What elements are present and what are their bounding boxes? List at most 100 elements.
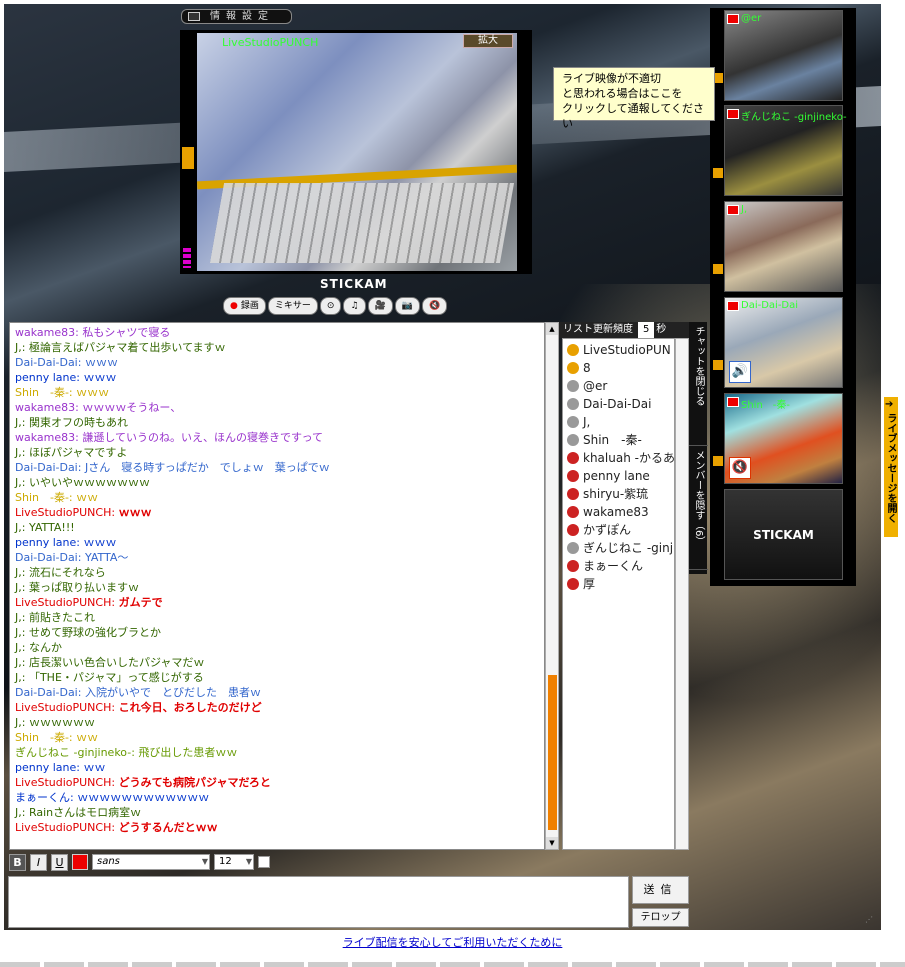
user-list-item[interactable]: Shin -秦- [563,431,674,449]
mixer-button[interactable]: ミキサー [267,297,318,315]
chat-author[interactable]: J, [15,806,22,819]
chat-author[interactable]: Shin -秦- [15,386,69,399]
cam-tile[interactable]: J, [713,201,843,292]
chat-scrollbar[interactable]: ▲ ▼ [545,322,559,850]
chat-author[interactable]: J, [15,581,22,594]
underline-button[interactable]: U [51,853,68,871]
chat-author[interactable]: Shin -秦- [15,491,69,504]
user-list-item[interactable]: penny lane [563,467,674,485]
chat-author[interactable]: LiveStudioPUNCH [15,596,111,609]
stickam-cam-logo: STICKAM [753,527,814,542]
user-list-item[interactable]: shiryu-紫琉 [563,485,674,503]
user-list-item[interactable]: 8 [563,359,674,377]
cam-tile[interactable]: Shin -秦- 🔇 [713,393,843,484]
user-list-item[interactable]: 厚 [563,575,674,593]
chat-author[interactable]: J, [15,341,22,354]
chat-author[interactable]: J, [15,611,22,624]
report-tooltip[interactable]: ライブ映像が不適切 と思われる場合はここを クリックして通報してください [553,67,715,130]
user-list-item[interactable]: khaluah -かるあ [563,449,674,467]
chat-message: Shin -秦-: ｗｗ [15,490,539,505]
side-tab[interactable] [182,147,194,169]
chat-author[interactable]: penny lane [15,536,76,549]
scroll-down-icon[interactable]: ▼ [546,837,558,849]
chat-author[interactable]: LiveStudioPUNCH [15,701,111,714]
chat-author[interactable]: Dai-Dai-Dai [15,461,78,474]
size-select[interactable]: 12 [214,854,254,870]
chat-author[interactable]: J, [15,566,22,579]
record-button[interactable]: 録画 [223,297,266,315]
chat-text: ｗｗ [83,761,106,774]
cam-tile[interactable]: Dai-Dai-Dai 🔊 [713,297,843,388]
chat-author[interactable]: LiveStudioPUNCH [15,776,111,789]
user-list-item[interactable]: ぎんじねこ -ginji [563,539,674,557]
chat-author[interactable]: Dai-Dai-Dai [15,686,78,699]
chat-input[interactable] [8,876,629,928]
music-icon[interactable]: ♫ [343,297,366,315]
cam-tile[interactable]: ぎんじねこ -ginjineko- [713,105,847,196]
user-list-scrollbar[interactable] [675,338,689,850]
speaker-icon[interactable] [713,360,723,370]
mute-volume-icon[interactable]: 🔇 [729,457,751,479]
chat-author[interactable]: wakame83 [15,401,75,414]
user-list-item[interactable]: まぁーくん [563,557,674,575]
chat-author[interactable]: J, [15,626,22,639]
user-list-item[interactable]: @er [563,377,674,395]
chat-author[interactable]: LiveStudioPUNCH [15,821,111,834]
user-list-item[interactable]: かずぽん [563,521,674,539]
chat-text: ｗｗｗｗｗｗｗｗｗｗｗｗ [77,791,210,804]
chat-author[interactable]: J, [15,656,22,669]
info-settings-button[interactable]: 情報設定 [181,9,292,24]
volume-icon[interactable]: 🔊 [729,361,751,383]
close-chat-tab[interactable]: チャットを閉じる [689,322,708,446]
user-list-item[interactable]: Dai-Dai-Dai [563,395,674,413]
chat-author[interactable]: penny lane [15,371,76,384]
send-button[interactable]: 送信 [632,876,689,904]
snapshot-icon[interactable]: 📷 [394,297,420,315]
list-refresh-label: リスト更新頻度 [563,324,633,335]
chat-author[interactable]: J, [15,641,22,654]
user-avatar-icon [567,470,579,482]
user-list-item[interactable]: wakame83 [563,503,674,521]
main-video[interactable] [197,33,517,271]
color-swatch[interactable] [72,854,88,870]
open-live-message-tab[interactable]: ライブメッセージを開く [884,397,898,537]
zoom-icon[interactable]: ⊙ [319,297,342,315]
vertical-tabs: チャットを閉じる メンバーを隠す（6） [689,322,708,574]
chat-author[interactable]: Dai-Dai-Dai [15,356,78,369]
chat-author[interactable]: J, [15,416,22,429]
scroll-thumb[interactable] [548,675,557,830]
chat-author[interactable]: J, [15,446,22,459]
chat-author[interactable]: wakame83 [15,326,75,339]
cam-tile[interactable]: @er [713,10,843,101]
font-select[interactable]: sans [92,854,210,870]
chat-author[interactable]: J, [15,716,22,729]
speaker-icon[interactable] [713,456,723,466]
telop-button[interactable]: テロップ [632,908,689,927]
list-refresh-value[interactable]: 5 [638,322,655,338]
bold-button[interactable]: B [9,853,26,871]
resize-grip-icon[interactable]: ⋰ [865,915,873,924]
chat-author[interactable]: まぁーくん [15,791,70,804]
camera-icon[interactable]: 🎥 [367,297,393,315]
mute-icon[interactable]: 🔇 [421,297,448,315]
chat-author[interactable]: penny lane [15,761,76,774]
speaker-icon[interactable] [713,168,723,178]
user-list-item[interactable]: J, [563,413,674,431]
chat-author[interactable]: J, [15,671,22,684]
chat-author[interactable]: J, [15,476,22,489]
chat-author[interactable]: J, [15,521,22,534]
hide-members-tab[interactable]: メンバーを隠す（6） [689,446,708,570]
enlarge-button[interactable]: 拡大 [463,34,513,48]
chat-author[interactable]: wakame83 [15,431,75,444]
format-checkbox[interactable] [258,856,270,868]
speaker-icon[interactable] [713,264,723,274]
scroll-up-icon[interactable]: ▲ [546,323,558,335]
chat-author[interactable]: Dai-Dai-Dai [15,551,78,564]
chat-author[interactable]: Shin -秦- [15,731,69,744]
chat-message: J,: Rainさんはモロ病室ｗ [15,805,539,820]
user-list-item[interactable]: LiveStudioPUN [563,341,674,359]
italic-button[interactable]: I [30,853,47,871]
chat-author[interactable]: LiveStudioPUNCH [15,506,111,519]
chat-author[interactable]: ぎんじねこ -ginjineko- [15,746,131,759]
footer-link[interactable]: ライブ配信を安心してご利用いただくために [0,934,905,950]
